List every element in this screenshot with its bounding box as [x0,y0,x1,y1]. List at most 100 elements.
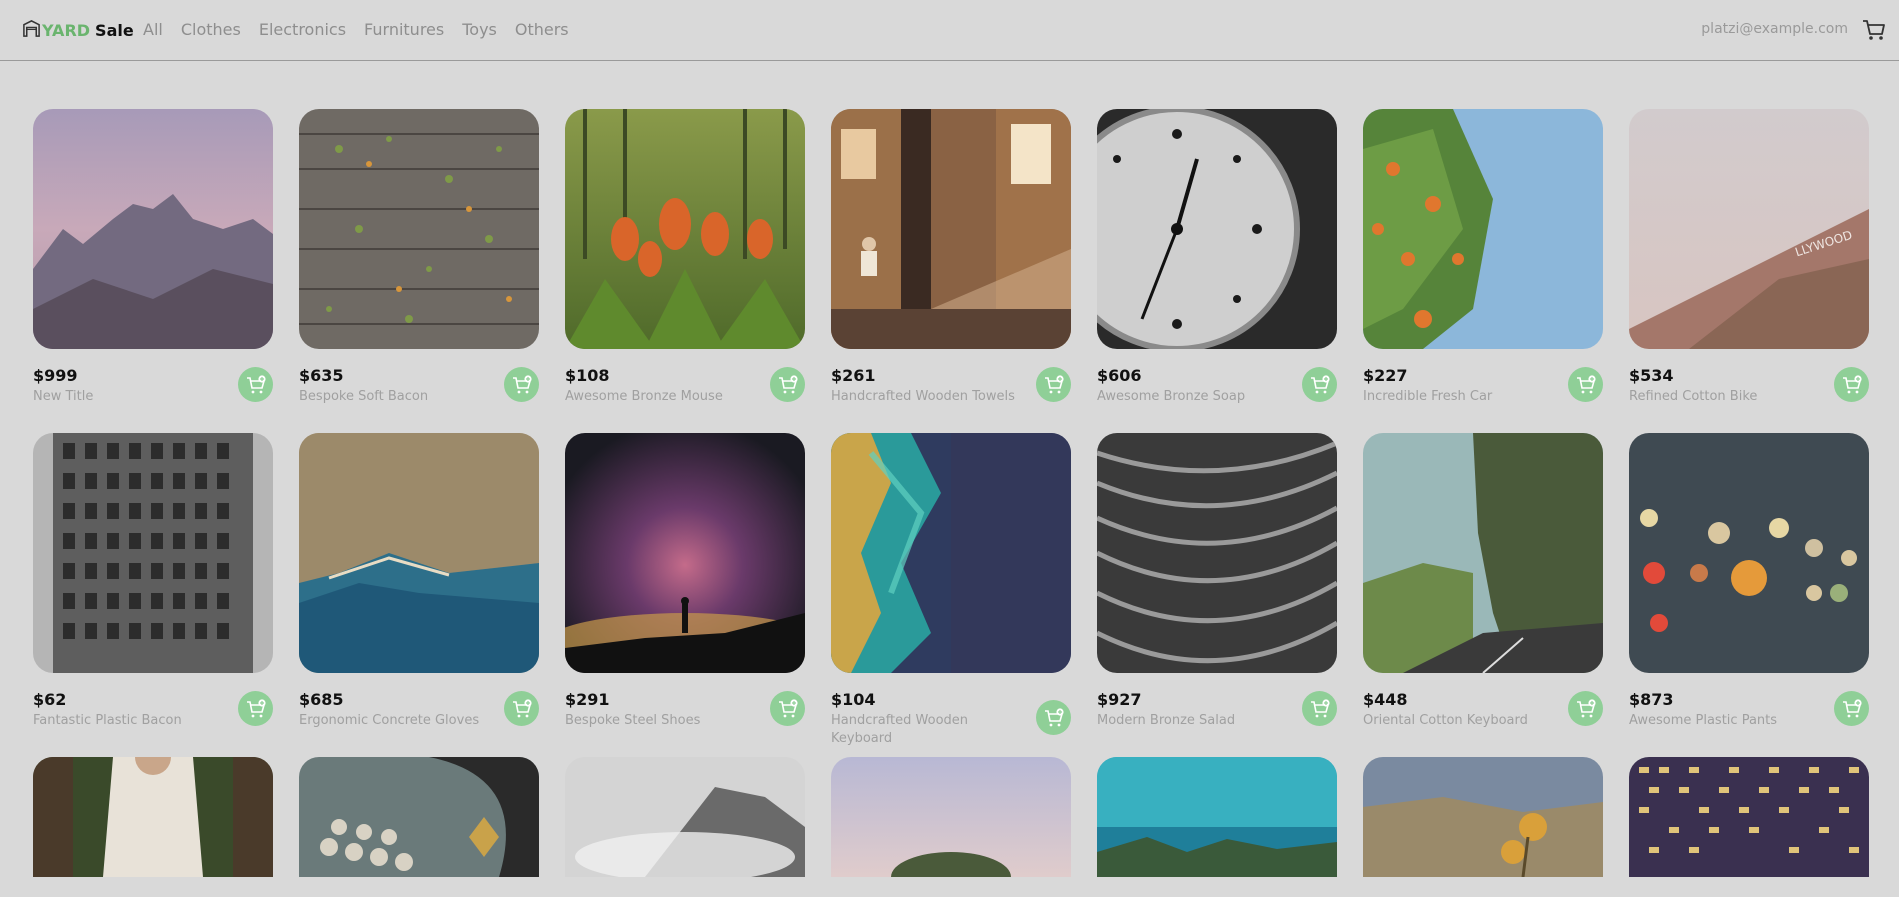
product-card[interactable] [831,757,1071,877]
add-to-cart-button[interactable] [1568,691,1603,726]
product-image[interactable] [1097,109,1337,349]
add-to-cart-icon [512,374,532,393]
product-info: $448 Oriental Cotton Keyboard [1363,673,1603,757]
product-card[interactable]: LLYWOOD $534 Refined Cotton Bike [1629,109,1869,433]
product-card[interactable]: $62 Fantastic Plastic Bacon [33,433,273,757]
product-price: $635 [299,366,344,385]
product-card[interactable]: $291 Bespoke Steel Shoes [565,433,805,757]
add-to-cart-button[interactable] [770,367,805,402]
product-info: $104 Handcrafted Wooden Keyboard [831,673,1071,757]
product-card[interactable]: $873 Awesome Plastic Pants [1629,433,1869,757]
product-card[interactable]: $685 Ergonomic Concrete Gloves [299,433,539,757]
product-card[interactable]: $108 Awesome Bronze Mouse [565,109,805,433]
product-card[interactable]: $927 Modern Bronze Salad [1097,433,1337,757]
product-card[interactable] [1629,757,1869,877]
add-to-cart-button[interactable] [1302,367,1337,402]
product-title: Handcrafted Wooden Towels [831,389,1015,404]
product-card[interactable]: $261 Handcrafted Wooden Towels [831,109,1071,433]
product-price: $108 [565,366,610,385]
product-image[interactable] [299,109,539,349]
product-image[interactable] [1629,757,1869,877]
product-image[interactable] [1097,433,1337,673]
nav-link-electronics[interactable]: Electronics [259,20,346,39]
product-image[interactable] [831,109,1071,349]
product-image[interactable] [299,433,539,673]
product-price: $448 [1363,690,1408,709]
add-to-cart-button[interactable] [1834,691,1869,726]
add-to-cart-icon [1576,374,1596,393]
product-image[interactable] [1363,433,1603,673]
add-to-cart-button[interactable] [1036,700,1071,735]
product-info: $62 Fantastic Plastic Bacon [33,673,273,757]
product-image[interactable] [33,109,273,349]
product-card[interactable] [1363,757,1603,877]
product-price: $606 [1097,366,1142,385]
nav-link-all[interactable]: All [143,20,163,39]
shopping-cart-icon[interactable] [1861,17,1887,43]
product-image[interactable] [1629,433,1869,673]
nav-link-others[interactable]: Others [515,20,569,39]
product-card[interactable] [1097,757,1337,877]
logo[interactable]: YARD Sale [22,18,134,42]
product-image[interactable]: LLYWOOD [1629,109,1869,349]
product-image[interactable] [1097,757,1337,877]
product-card[interactable]: $448 Oriental Cotton Keyboard [1363,433,1603,757]
add-to-cart-button[interactable] [1036,367,1071,402]
nav-link-clothes[interactable]: Clothes [181,20,241,39]
product-info: $873 Awesome Plastic Pants [1629,673,1869,757]
add-to-cart-icon [1842,698,1862,717]
product-price: $873 [1629,690,1674,709]
product-card[interactable]: $104 Handcrafted Wooden Keyboard [831,433,1071,757]
product-image[interactable] [1363,109,1603,349]
product-image[interactable] [565,757,805,877]
product-info: $635 Bespoke Soft Bacon [299,349,539,433]
product-info: $108 Awesome Bronze Mouse [565,349,805,433]
add-to-cart-icon [512,698,532,717]
add-to-cart-icon [1842,374,1862,393]
add-to-cart-button[interactable] [1834,367,1869,402]
product-info: $606 Awesome Bronze Soap [1097,349,1337,433]
product-title: Bespoke Steel Shoes [565,713,701,728]
product-title: Handcrafted Wooden Keyboard [831,713,969,746]
add-to-cart-button[interactable] [504,691,539,726]
product-price: $62 [33,690,67,709]
product-card[interactable]: $999 New Title [33,109,273,433]
product-image[interactable] [299,757,539,877]
product-image[interactable] [1363,757,1603,877]
product-info: $227 Incredible Fresh Car [1363,349,1603,433]
nav-link-toys[interactable]: Toys [462,20,497,39]
product-card[interactable] [33,757,273,877]
product-image[interactable] [565,433,805,673]
add-to-cart-icon [246,374,266,393]
add-to-cart-button[interactable] [1568,367,1603,402]
product-image[interactable] [33,757,273,877]
product-card[interactable] [299,757,539,877]
product-info: $685 Ergonomic Concrete Gloves [299,673,539,757]
add-to-cart-icon [1576,698,1596,717]
product-image[interactable] [831,433,1071,673]
product-image[interactable] [831,757,1071,877]
product-card[interactable]: $606 Awesome Bronze Soap [1097,109,1337,433]
add-to-cart-button[interactable] [504,367,539,402]
add-to-cart-button[interactable] [238,367,273,402]
user-email[interactable]: platzi@example.com [1701,21,1848,37]
nav-link-furnitures[interactable]: Furnitures [364,20,444,39]
product-title: Refined Cotton Bike [1629,389,1758,404]
add-to-cart-button[interactable] [1302,691,1337,726]
product-info: $261 Handcrafted Wooden Towels [831,349,1071,433]
product-card[interactable] [565,757,805,877]
product-title: Incredible Fresh Car [1363,389,1493,404]
product-title: New Title [33,389,94,404]
product-image[interactable] [33,433,273,673]
product-info: $999 New Title [33,349,273,433]
category-nav: All Clothes Electronics Furnitures Toys … [143,20,587,39]
add-to-cart-button[interactable] [238,691,273,726]
add-to-cart-button[interactable] [770,691,805,726]
product-card[interactable]: $227 Incredible Fresh Car [1363,109,1603,433]
product-image[interactable] [565,109,805,349]
product-card[interactable]: $635 Bespoke Soft Bacon [299,109,539,433]
product-price: $999 [33,366,78,385]
product-price: $291 [565,690,610,709]
product-price: $927 [1097,690,1142,709]
add-to-cart-icon [1310,374,1330,393]
